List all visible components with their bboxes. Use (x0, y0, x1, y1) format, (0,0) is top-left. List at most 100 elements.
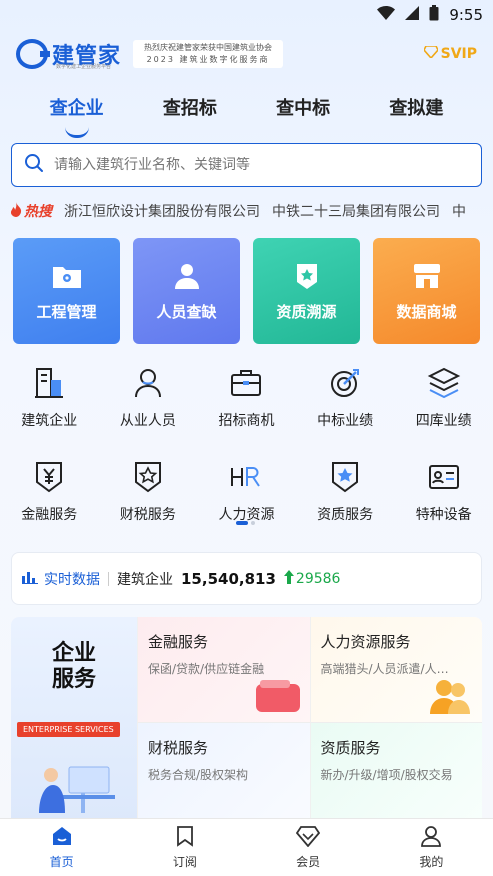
service-title: 人力资源服务 (320, 633, 411, 651)
arrow-up-icon (283, 569, 294, 588)
diamond-icon (296, 825, 321, 850)
service-card-hr[interactable]: 人力资源服务 高端猎头/人员派遣/人… (309, 617, 482, 722)
grid-item-construction-company[interactable]: 建筑企业 (0, 366, 99, 430)
user-icon (172, 261, 202, 291)
grid-label: 建筑企业 (21, 413, 78, 429)
award-line1: 热烈庆祝建管家荣获中国建筑业协会 (144, 43, 273, 52)
badge-star-icon (292, 261, 322, 291)
signal-icon (405, 6, 420, 24)
service-title: 资质服务 (320, 739, 381, 757)
id-card-icon (428, 465, 459, 489)
card-data-store[interactable]: 数据商城 (373, 238, 480, 344)
services-title-line2: 服务 (51, 667, 96, 692)
tax-shield-icon (134, 462, 161, 493)
grid-item-practitioners[interactable]: 从业人员 (99, 366, 198, 430)
card-label: 工程管理 (36, 302, 97, 321)
enterprise-services-banner[interactable]: 企业 服务 ENTERPRISE SERVICES (11, 617, 137, 827)
realtime-category: 建筑企业 (117, 571, 173, 588)
nav-profile[interactable]: 我的 (401, 825, 461, 870)
folder-gear-icon (52, 261, 82, 291)
service-desc: 保函/贷款/供应链金融 (148, 662, 265, 676)
realtime-data-bar[interactable]: 实时数据 建筑企业 15,540,813 29586 (11, 552, 482, 605)
tab-winning-bid[interactable]: 查中标 (270, 92, 336, 128)
card-label: 数据商城 (396, 302, 457, 321)
grid-item-human-resources[interactable]: 人力资源 (197, 460, 296, 524)
award-line2: 2023 建筑业数字化服务商 (146, 55, 270, 64)
home-icon (51, 825, 73, 850)
grid-pager[interactable] (236, 521, 255, 525)
user-icon (420, 825, 442, 850)
grid-item-qualification-service[interactable]: 资质服务 (296, 460, 395, 524)
grid-label: 四库业绩 (415, 413, 472, 429)
award-banner[interactable]: 热烈庆祝建管家荣获中国建筑业协会 2023 建筑业数字化服务商 (133, 40, 284, 68)
nav-subscribe[interactable]: 订阅 (155, 825, 215, 870)
star-shield-icon (332, 462, 359, 493)
realtime-label: 实时数据 (22, 569, 100, 589)
diamond-icon (422, 45, 439, 62)
grid-item-special-equipment[interactable]: 特种设备 (394, 460, 493, 524)
card-personnel-gap[interactable]: 人员查缺 (133, 238, 240, 344)
grid-label: 中标业绩 (317, 413, 374, 429)
status-bar: 9:55 (0, 0, 493, 30)
bar-chart-icon (22, 570, 38, 588)
service-card-finance[interactable]: 金融服务 保函/贷款/供应链金融 (137, 617, 310, 722)
search-bar[interactable] (11, 143, 482, 187)
grid-item-tender-opportunity[interactable]: 招标商机 (197, 366, 296, 430)
category-grid: 建筑企业 从业人员 招标商机 中标业绩 四库业绩 金融服务 财税服务 人力资源 … (0, 366, 493, 524)
hr-icon (231, 467, 261, 487)
hot-search-label: 热搜 (10, 201, 52, 221)
target-icon (331, 369, 360, 397)
service-title: 金融服务 (148, 633, 209, 651)
realtime-increase: 29586 (283, 569, 340, 588)
status-time: 9:55 (449, 6, 483, 24)
svip-label: SVIP (440, 46, 477, 62)
person-desk-illustration-icon (29, 747, 119, 821)
service-card-tax[interactable]: 财税服务 税务合规/股权架构 (137, 722, 310, 827)
nav-home[interactable]: 首页 (32, 825, 92, 870)
divider (108, 571, 109, 586)
hot-item[interactable]: 中铁二十三局集团有限公司 (272, 201, 440, 221)
pager-dot (251, 521, 255, 525)
pager-dot-active (236, 521, 248, 525)
hot-item[interactable]: 浙江恒欣设计集团股份有限公司 (64, 201, 260, 221)
enterprise-services: 企业 服务 ENTERPRISE SERVICES 金融服务 保函/贷款/供应链… (11, 617, 482, 827)
service-desc: 新办/升级/增项/股权交易 (320, 768, 453, 782)
app-logo[interactable]: 建管家 数字化建工企业服务平台 (16, 38, 121, 70)
feature-cards: 工程管理 人员查缺 资质溯源 数据商城 (13, 238, 480, 344)
app-header: 建管家 数字化建工企业服务平台 热烈庆祝建管家荣获中国建筑业协会 2023 建筑… (0, 36, 493, 72)
grid-item-tax-service[interactable]: 财税服务 (99, 460, 198, 524)
grid-item-winning-performance[interactable]: 中标业绩 (296, 366, 395, 430)
card-qualification-trace[interactable]: 资质溯源 (253, 238, 360, 344)
service-desc: 高端猎头/人员派遣/人… (320, 662, 449, 676)
grid-label: 招标商机 (218, 413, 275, 429)
hot-search-row: 热搜 浙江恒欣设计集团股份有限公司 中铁二十三局集团有限公司 中 (0, 199, 493, 223)
card-project-management[interactable]: 工程管理 (13, 238, 120, 344)
logo-mark-icon (16, 39, 50, 69)
service-card-qualification[interactable]: 资质服务 新办/升级/增项/股权交易 (309, 722, 482, 827)
svip-button[interactable]: SVIP (422, 45, 477, 62)
tab-tender[interactable]: 查招标 (157, 92, 223, 128)
grid-label: 资质服务 (317, 507, 374, 523)
grid-label: 金融服务 (21, 507, 78, 523)
tab-company[interactable]: 查企业 (44, 92, 110, 138)
grid-item-finance-service[interactable]: 金融服务 (0, 460, 99, 524)
flame-icon (10, 201, 22, 221)
service-title: 财税服务 (148, 739, 209, 757)
grid-item-four-databases[interactable]: 四库业绩 (394, 366, 493, 430)
layers-icon (427, 367, 460, 399)
nav-membership[interactable]: 会员 (278, 825, 338, 870)
tab-proposed[interactable]: 查拟建 (383, 92, 449, 128)
logo-subtitle: 数字化建工企业服务平台 (56, 64, 112, 70)
search-input[interactable] (54, 157, 469, 173)
grid-label: 从业人员 (119, 413, 176, 429)
card-label: 资质溯源 (276, 302, 337, 321)
services-tag: ENTERPRISE SERVICES (17, 722, 120, 737)
battery-icon (429, 5, 439, 25)
hot-item[interactable]: 中 (452, 201, 466, 221)
services-title-line1: 企业 (51, 641, 96, 666)
wifi-icon (377, 6, 396, 24)
building-icon (35, 368, 64, 398)
card-label: 人员查缺 (156, 302, 217, 321)
wallet-icon (254, 678, 302, 716)
realtime-count: 15,540,813 (181, 569, 276, 588)
